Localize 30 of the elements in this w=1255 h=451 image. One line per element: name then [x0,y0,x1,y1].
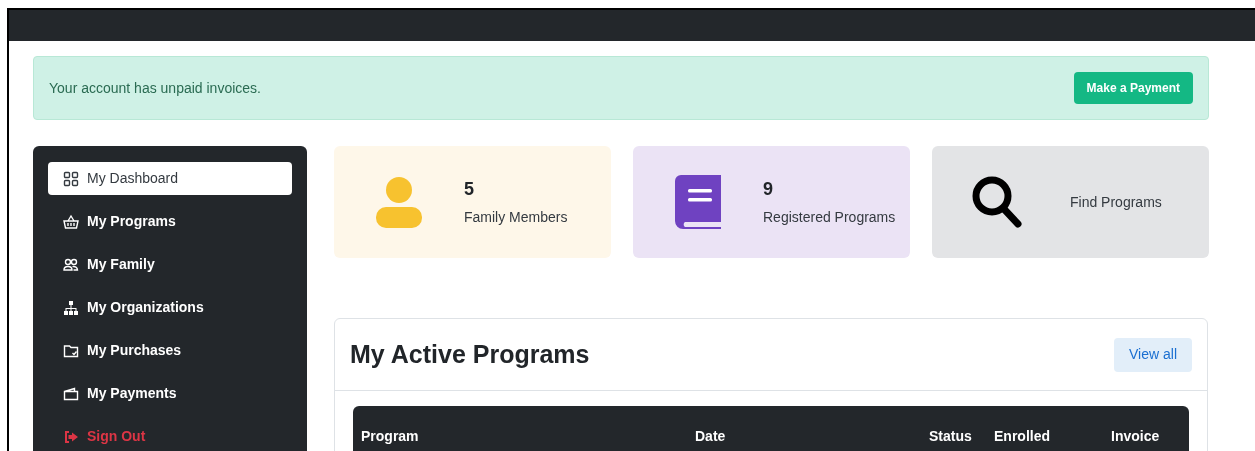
column-header: Program [361,427,419,444]
basket-icon [63,213,79,230]
wallet-icon [63,385,79,402]
stat-label: Find Programs [1070,192,1162,212]
sidebar-item[interactable]: My Family [48,248,292,281]
stat-label: Registered Programs [763,208,896,227]
column-header: Date [695,427,726,444]
sidebar-item[interactable]: My Organizations [48,291,292,324]
stat-label: Family Members [464,208,568,227]
stat-count: 9 [763,178,774,201]
column-header: Invoice [1111,427,1160,444]
sign-out-icon [63,428,79,445]
stat-card[interactable]: Find Programs [932,146,1209,258]
grid-icon [63,170,79,187]
book-icon [675,175,721,229]
person-icon [375,176,423,228]
column-header: Status [929,427,972,444]
people-icon [63,256,79,273]
view-all-button[interactable]: View all [1114,337,1192,372]
sidebar-item[interactable]: My Purchases [48,334,292,367]
sidebar-item[interactable]: My Programs [48,205,292,238]
sidebar-item[interactable]: My Payments [48,377,292,410]
alert-message: Your account has unpaid invoices. [49,78,261,98]
search-icon [971,175,1023,229]
folder-icon [63,342,79,359]
sidebar-item[interactable]: My Dashboard [48,162,292,195]
stat-count: 5 [464,178,475,201]
hierarchy-icon [63,299,79,316]
section-title: My Active Programs [350,338,590,370]
column-header: Enrolled [994,427,1050,444]
